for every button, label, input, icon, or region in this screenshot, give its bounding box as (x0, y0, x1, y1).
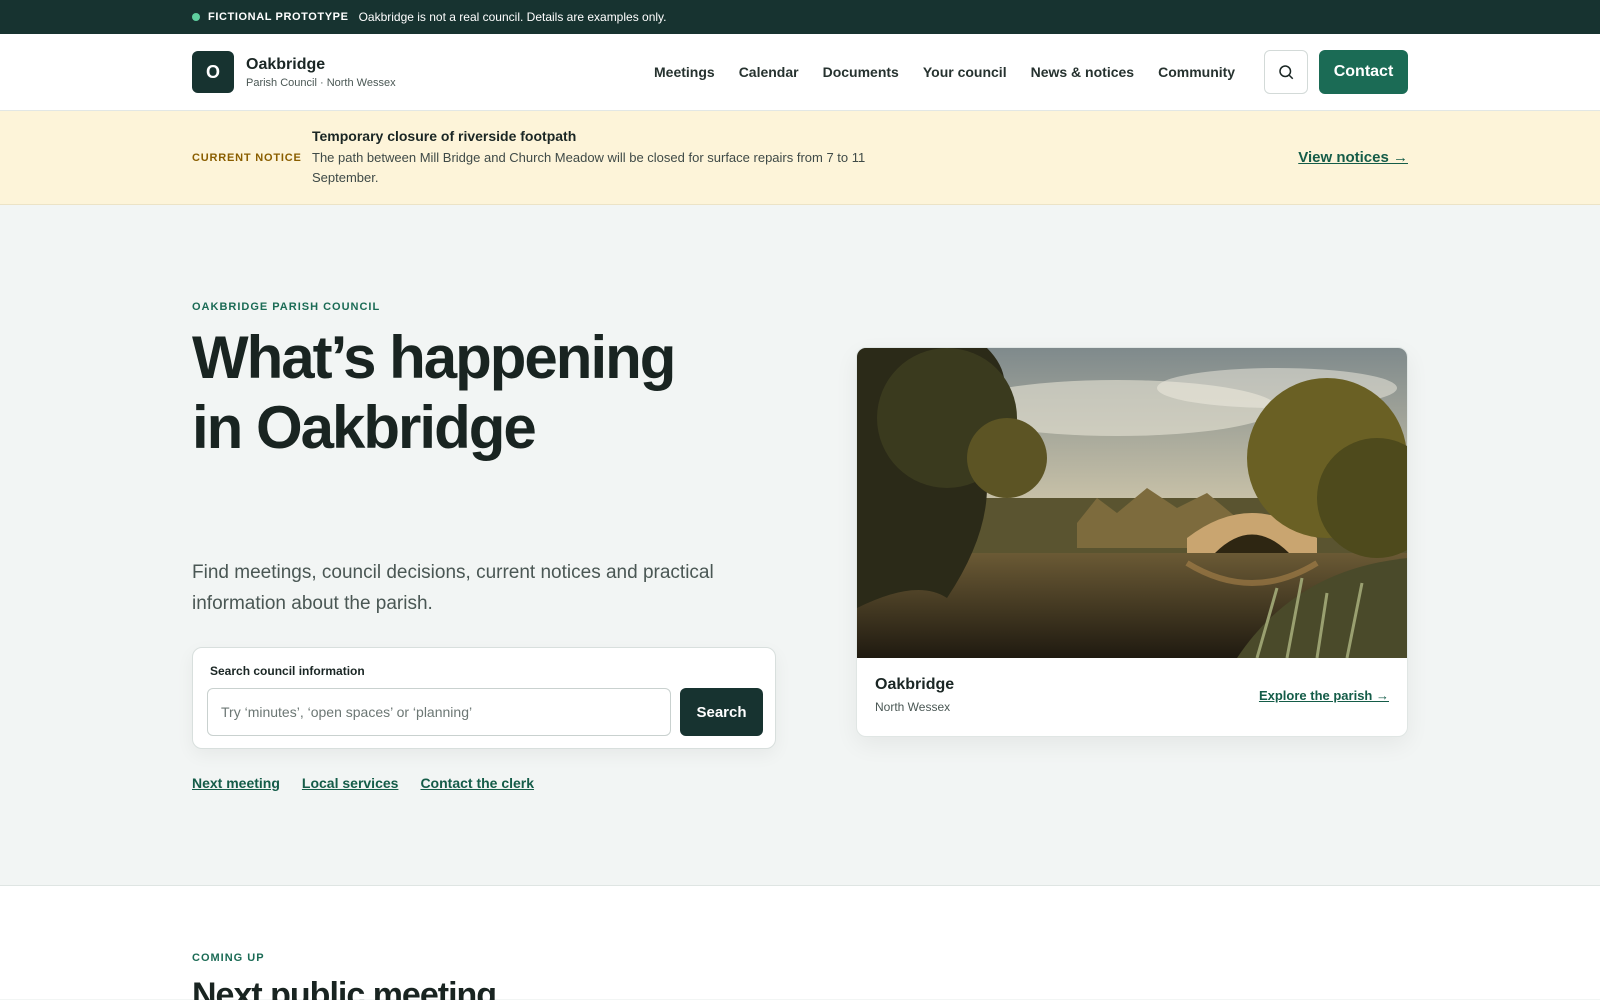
parish-photo-card: Oakbridge North Wessex Explore the paris… (856, 347, 1408, 737)
search-button[interactable]: Search (680, 688, 763, 736)
view-notices-link[interactable]: View notices → (1298, 149, 1408, 166)
upcoming-eyebrow: COMING UP (192, 952, 265, 964)
nav-documents[interactable]: Documents (823, 64, 899, 80)
page-title: What’s happening in Oakbridge (192, 324, 676, 461)
contact-button[interactable]: Contact (1319, 50, 1408, 94)
local-services-link[interactable]: Local services (302, 775, 399, 791)
notice-body: The path between Mill Bridge and Church … (312, 150, 866, 185)
contact-clerk-link[interactable]: Contact the clerk (420, 775, 534, 791)
hero-eyebrow: OAKBRIDGE PARISH COUNCIL (192, 301, 381, 313)
upcoming-title: Next public meeting (192, 976, 497, 1000)
search-card: Search council information Search (192, 647, 776, 749)
site-header: O Oakbridge Parish Council · North Wesse… (0, 34, 1600, 111)
current-notice: CURRENT NOTICE Temporary closure of rive… (0, 111, 1600, 205)
header-search-button[interactable] (1264, 50, 1308, 94)
nav-calendar[interactable]: Calendar (739, 64, 799, 80)
prototype-text: Oakbridge is not a real council. Details… (358, 10, 667, 24)
nav-meetings[interactable]: Meetings (654, 64, 715, 80)
brand-subtitle: Parish Council · North Wessex (246, 76, 396, 89)
next-meeting-link[interactable]: Next meeting (192, 775, 280, 791)
upcoming-section: COMING UP Next public meeting (0, 886, 1600, 1000)
quick-links: Next meeting Local services Contact the … (192, 775, 534, 791)
brand[interactable]: Oakbridge Parish Council · North Wessex (246, 56, 396, 89)
hero-lede: Find meetings, council decisions, curren… (192, 562, 714, 614)
prototype-banner: FICTIONAL PROTOTYPE Oakbridge is not a r… (0, 0, 1600, 34)
explore-parish-link[interactable]: Explore the parish → (1259, 688, 1389, 703)
notice-tag: CURRENT NOTICE (192, 151, 302, 164)
search-label: Search council information (210, 664, 365, 678)
nav-your-council[interactable]: Your council (923, 64, 1007, 80)
notice-title: Temporary closure of riverside footpath (312, 128, 577, 144)
hero: OAKBRIDGE PARISH COUNCIL What’s happenin… (0, 205, 1600, 886)
photo-card-subtitle: North Wessex (875, 700, 951, 714)
main-nav: Meetings Calendar Documents Your council… (654, 64, 1235, 80)
search-input[interactable] (207, 688, 671, 736)
brand-name: Oakbridge (246, 55, 326, 73)
nav-community[interactable]: Community (1158, 64, 1235, 80)
parish-photo (857, 348, 1407, 658)
photo-card-name: Oakbridge (875, 676, 955, 693)
nav-news-notices[interactable]: News & notices (1031, 64, 1134, 80)
status-dot-icon (192, 13, 200, 21)
notice-content: Temporary closure of riverside footpath … (312, 128, 872, 187)
prototype-tag: FICTIONAL PROTOTYPE (208, 11, 349, 23)
logo[interactable]: O (192, 51, 234, 93)
search-icon (1279, 65, 1294, 80)
